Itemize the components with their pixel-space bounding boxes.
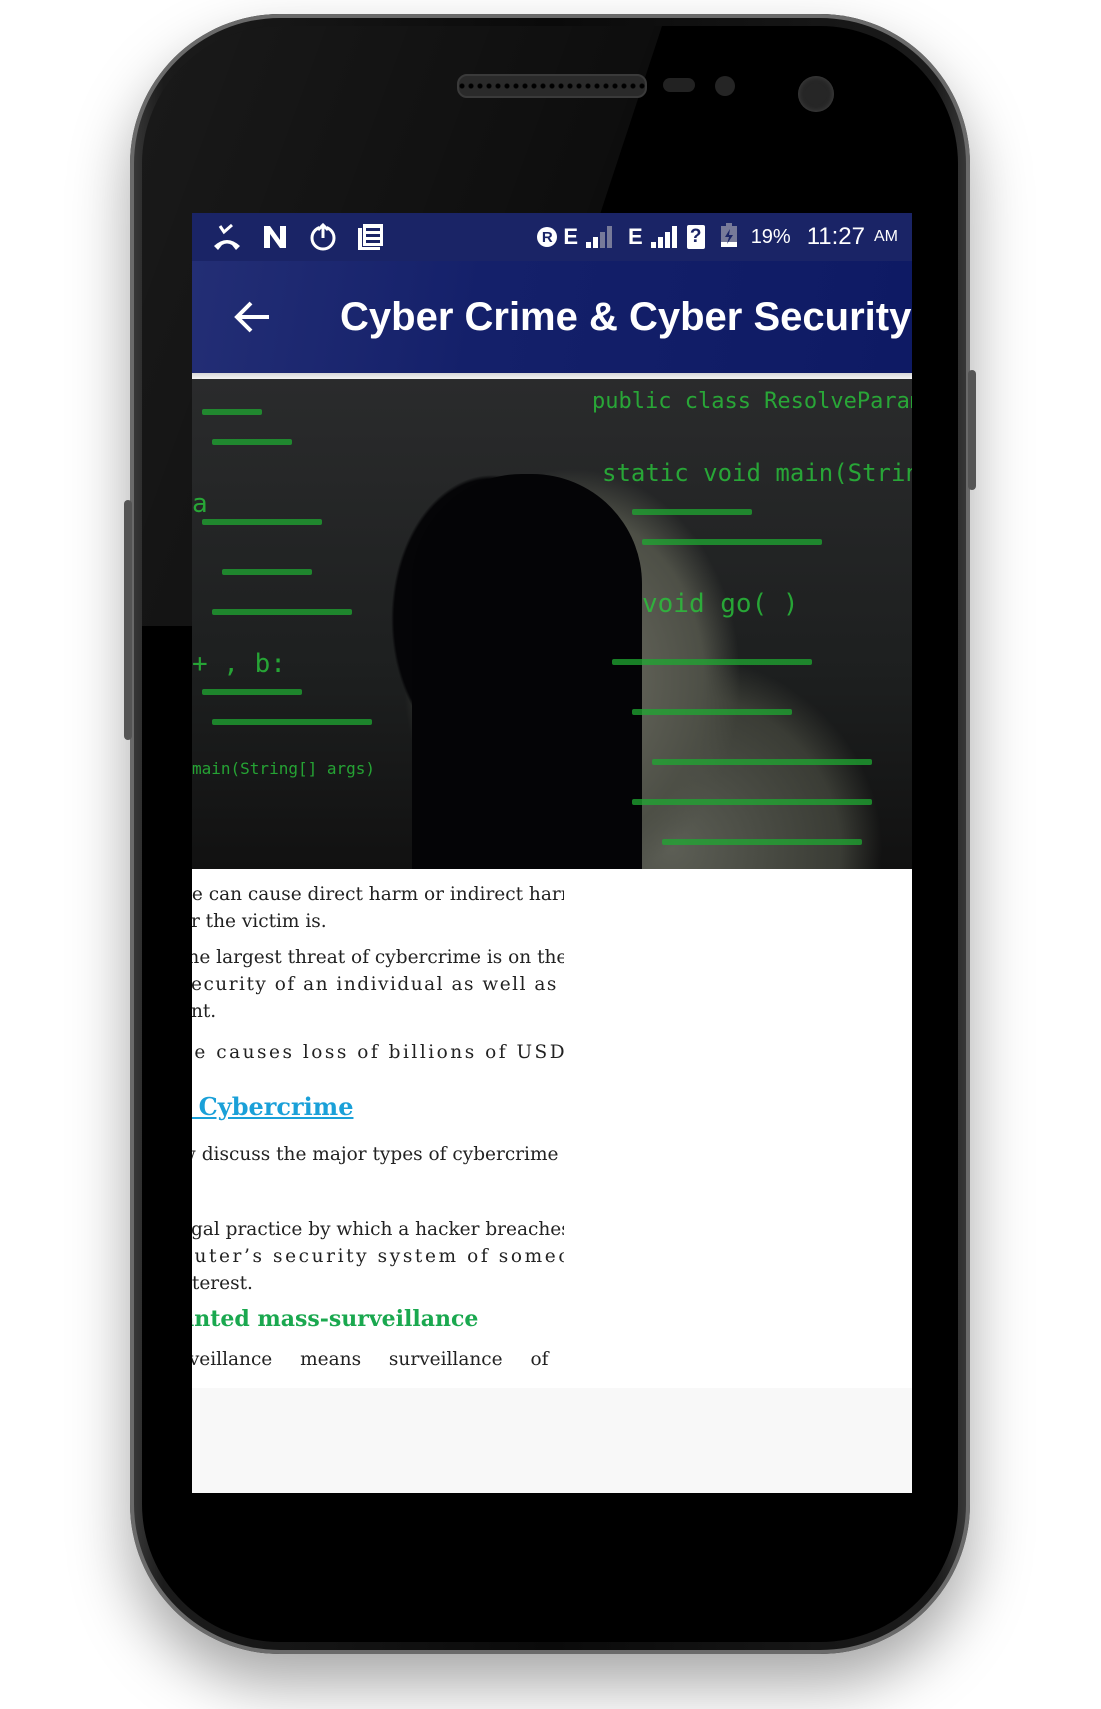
arrow-left-icon — [234, 301, 269, 333]
article-text-line: egal practice by which a hacker breaches — [192, 1219, 564, 1240]
page-title: Cyber Crime & Cyber Security — [340, 294, 912, 339]
signal-strength-icon-2 — [650, 226, 677, 248]
article-text-line: ne causes loss of billions of USD every — [192, 1042, 564, 1063]
battery-percent: 19% — [750, 225, 791, 248]
network-type-1: E — [563, 224, 578, 249]
article-text-line: ne can cause direct harm or indirect har… — [192, 884, 564, 905]
earpiece-speaker — [457, 74, 647, 98]
signal-strength-icon-1 — [586, 226, 612, 248]
section-heading-link[interactable]: f Cybercrime — [192, 1093, 353, 1120]
article-text-line: w discuss the major types of cybercrime … — [192, 1144, 564, 1165]
status-bar: R E E ? 19% 11:27 AM — [192, 213, 912, 261]
article-text-line: security of an individual as well as the — [192, 974, 564, 995]
article-text-line: nterest. — [192, 1273, 253, 1294]
hero-image: public class ResolveParameters static vo… — [192, 379, 912, 869]
article-text-line: er the victim is. — [192, 911, 327, 932]
battery-charging-icon — [720, 222, 737, 252]
clock-time: 11:27 — [806, 223, 865, 250]
news-icon — [356, 222, 386, 252]
back-button[interactable] — [222, 287, 282, 347]
phone-screen: R E E ? 19% 11:27 AM Cyber Crime & Cyber… — [192, 213, 912, 1493]
article-text-line: rveillance means surveillance of a — [192, 1349, 564, 1370]
sim-unknown-icon: ? — [686, 225, 705, 249]
subsection-heading: anted mass-surveillance — [192, 1306, 479, 1332]
power-upload-icon — [308, 222, 338, 252]
volume-button — [124, 500, 132, 740]
article-text-line: the largest threat of cybercrime is on t… — [192, 947, 564, 968]
clock-ampm: AM — [874, 228, 898, 245]
hooded-figure — [412, 474, 642, 869]
light-sensor — [715, 76, 735, 96]
front-camera — [798, 76, 834, 112]
power-button — [968, 370, 976, 490]
app-bar: Cyber Crime & Cyber Security — [192, 261, 912, 373]
article-text-line: puter’s security system of someone for — [192, 1246, 564, 1267]
article-content: ne can cause direct harm or indirect har… — [192, 869, 912, 1388]
bottom-blank-area — [192, 1388, 912, 1493]
n-app-icon — [260, 222, 290, 252]
roaming-icon: R — [537, 227, 558, 247]
proximity-sensor — [663, 78, 695, 92]
article-text-line: ent. — [192, 1001, 217, 1022]
missed-call-icon — [212, 222, 242, 252]
network-type-2: E — [628, 224, 643, 249]
